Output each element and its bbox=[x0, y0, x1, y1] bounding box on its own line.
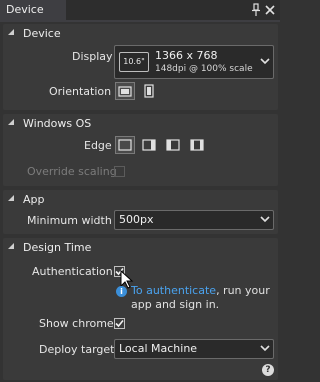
device-panel-tab-label: Device bbox=[6, 3, 44, 16]
display-dropdown[interactable]: 10.6" 1366 x 768 148dpi @ 100% scale bbox=[114, 45, 274, 79]
chevron-down-icon bbox=[260, 345, 270, 352]
edge-none-button[interactable] bbox=[115, 136, 135, 154]
device-panel-tab[interactable]: Device bbox=[0, 0, 66, 20]
edge-both-button[interactable] bbox=[187, 136, 207, 154]
collapse-arrow-icon bbox=[8, 243, 14, 249]
minimum-width-dropdown[interactable]: 500px bbox=[114, 210, 274, 230]
panel-tab-bar: Device bbox=[0, 0, 280, 20]
pin-icon[interactable] bbox=[250, 3, 262, 17]
landscape-orientation-button[interactable] bbox=[115, 82, 135, 100]
help-icon[interactable]: ? bbox=[262, 364, 274, 376]
checkmark-icon bbox=[115, 319, 124, 328]
app-section-title: App bbox=[23, 193, 45, 206]
device-section-title: Device bbox=[23, 27, 61, 40]
design-time-section-title: Design Time bbox=[23, 241, 92, 254]
device-section-header[interactable]: Device bbox=[3, 24, 278, 44]
authentication-info-rest: , run your bbox=[216, 284, 270, 297]
edge-left-icon bbox=[166, 139, 180, 151]
show-chrome-label: Show chrome bbox=[39, 317, 114, 330]
edge-both-icon bbox=[190, 139, 204, 151]
portrait-orientation-button[interactable] bbox=[139, 82, 159, 100]
edge-label: Edge bbox=[84, 139, 112, 152]
chevron-down-icon bbox=[260, 216, 270, 223]
collapse-arrow-icon bbox=[8, 119, 14, 125]
deploy-target-value: Local Machine bbox=[119, 342, 198, 355]
display-scale: 148dpi @ 100% scale bbox=[155, 64, 253, 74]
override-scaling-checkbox[interactable] bbox=[114, 166, 125, 177]
edge-right-icon bbox=[142, 139, 156, 151]
portrait-icon bbox=[144, 84, 154, 98]
authentication-info-line1: To authenticate, run your bbox=[131, 284, 270, 297]
landscape-icon bbox=[118, 86, 132, 97]
chevron-down-icon bbox=[260, 58, 270, 65]
orientation-label: Orientation bbox=[49, 85, 112, 98]
deploy-target-dropdown[interactable]: Local Machine bbox=[114, 339, 274, 359]
windows-os-section-header[interactable]: Windows OS bbox=[3, 114, 278, 134]
authentication-info-line2: app and sign in. bbox=[131, 298, 220, 311]
tab-underline bbox=[0, 20, 280, 22]
minimum-width-label: Minimum width bbox=[27, 214, 112, 227]
app-section-header[interactable]: App bbox=[3, 190, 278, 210]
info-icon: i bbox=[116, 286, 127, 297]
display-resolution: 1366 x 768 bbox=[155, 49, 218, 62]
edge-right-button[interactable] bbox=[139, 136, 159, 154]
collapse-arrow-icon bbox=[8, 195, 14, 201]
authentication-label: Authentication bbox=[32, 265, 113, 278]
edge-none-icon bbox=[118, 139, 132, 151]
design-time-section-header[interactable]: Design Time bbox=[3, 238, 278, 258]
to-authenticate-link[interactable]: To authenticate bbox=[131, 284, 216, 297]
show-chrome-checkbox[interactable] bbox=[114, 318, 125, 329]
override-scaling-label: Override scaling bbox=[27, 165, 117, 178]
windows-os-section-title: Windows OS bbox=[23, 117, 92, 130]
close-icon[interactable] bbox=[264, 3, 276, 17]
deploy-target-label: Deploy target bbox=[39, 343, 115, 356]
minimum-width-value: 500px bbox=[119, 213, 154, 226]
display-label: Display bbox=[72, 50, 113, 63]
display-size-badge: 10.6" bbox=[119, 52, 149, 72]
edge-left-button[interactable] bbox=[163, 136, 183, 154]
collapse-arrow-icon bbox=[8, 29, 14, 35]
